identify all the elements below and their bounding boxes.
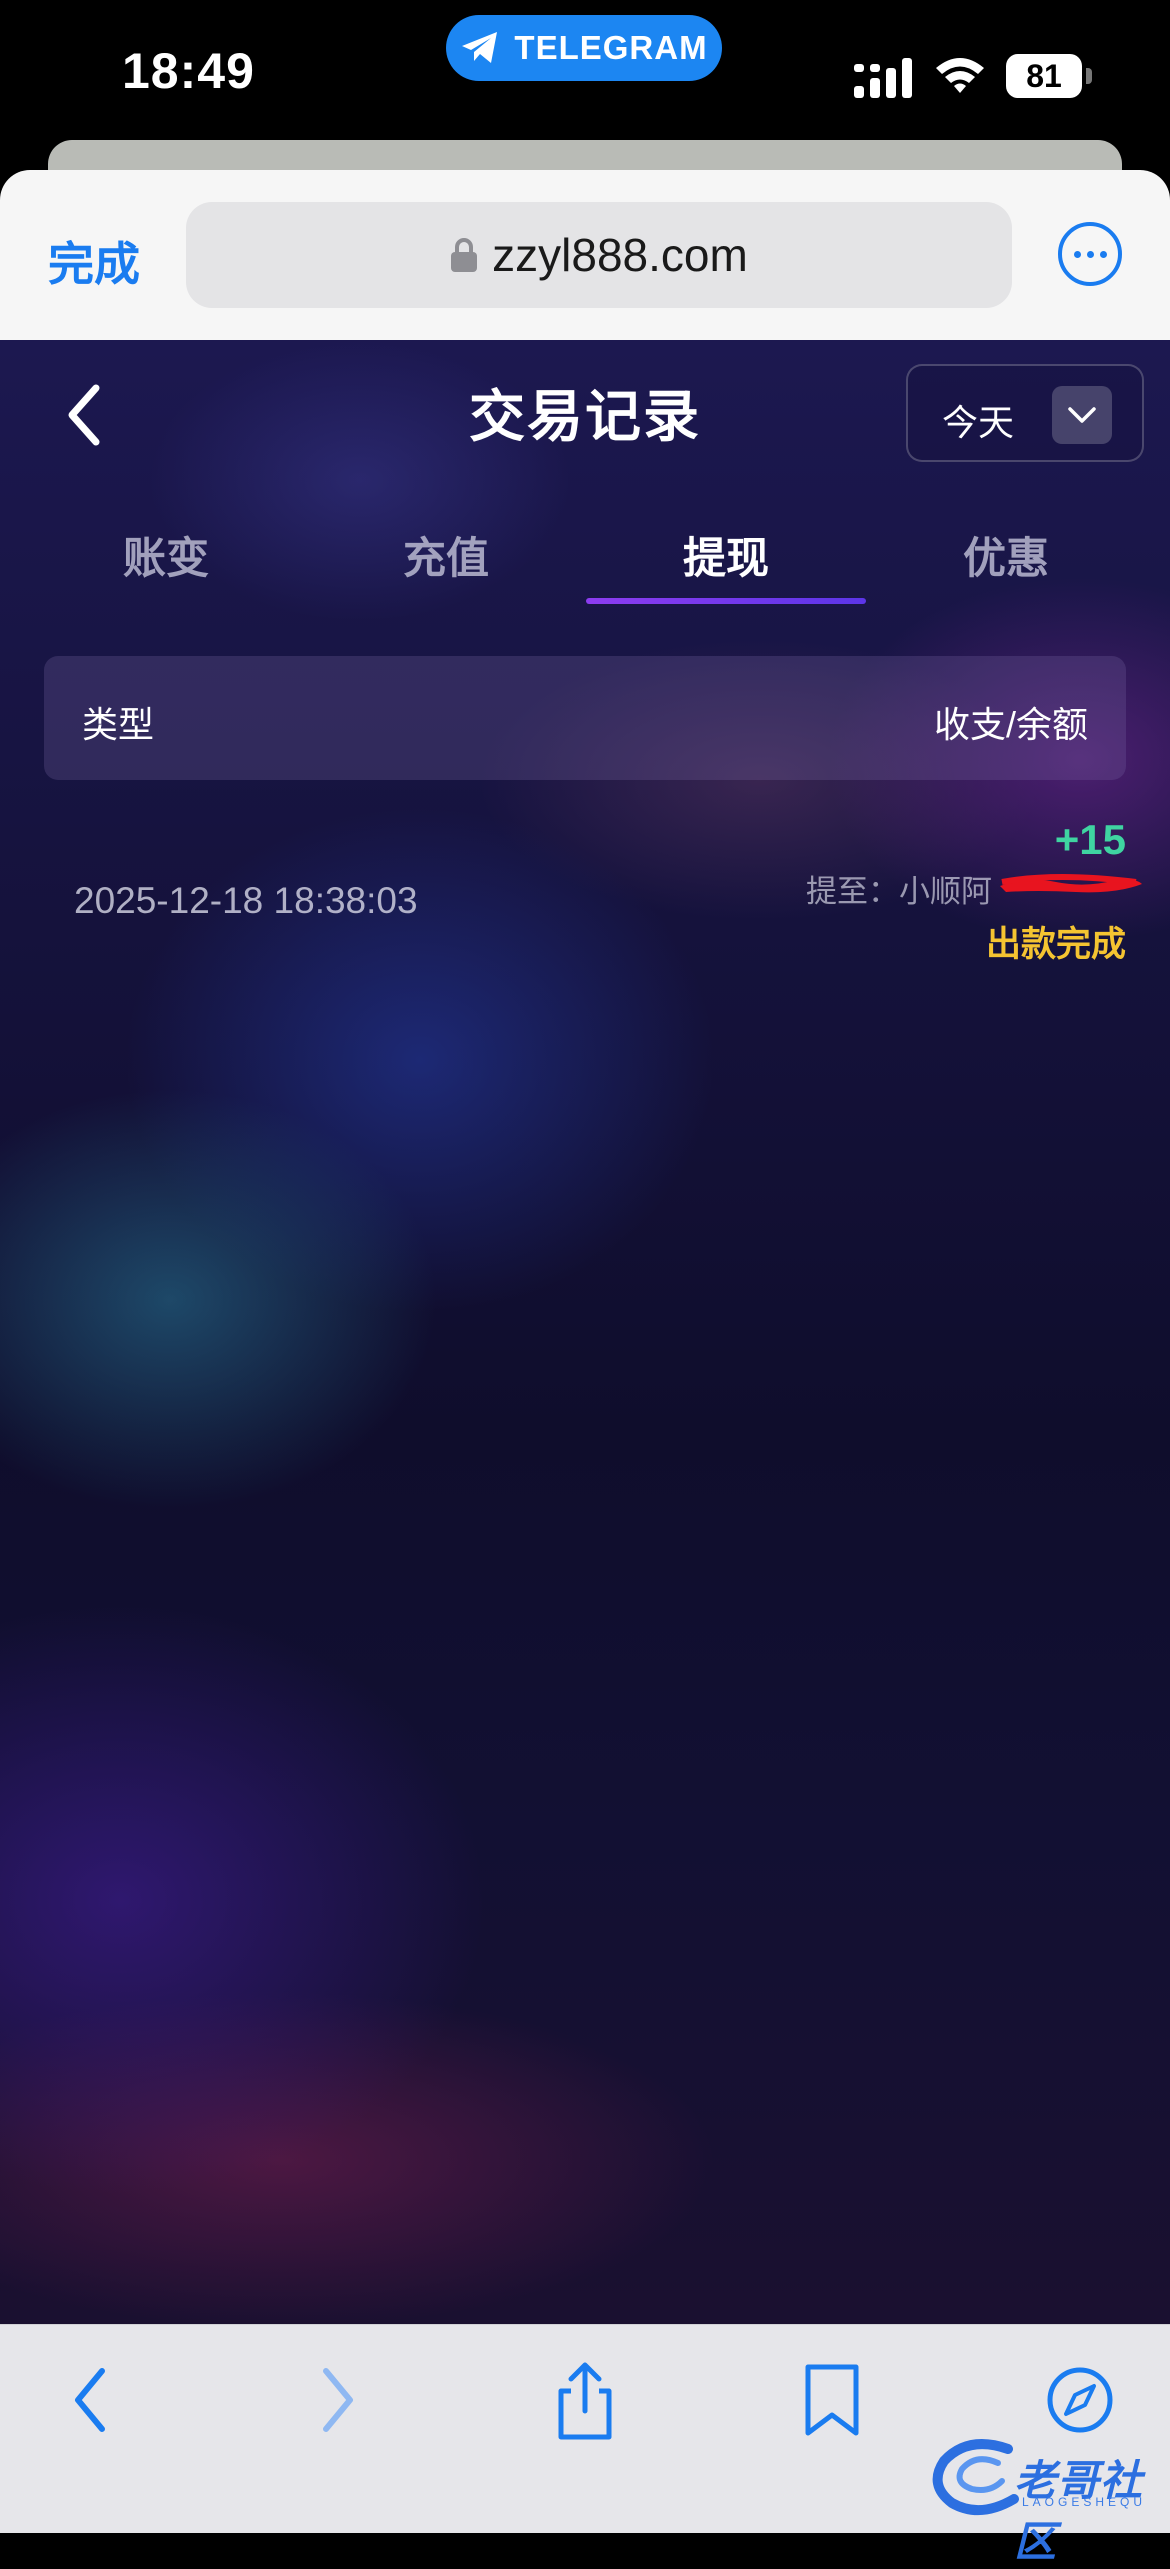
- tab-promotions[interactable]: 优惠: [866, 510, 1146, 610]
- lock-icon: [451, 238, 478, 272]
- status-time: 18:49: [122, 43, 255, 99]
- tab-active-indicator: [586, 598, 866, 604]
- back-button[interactable]: [60, 380, 110, 450]
- compass-icon[interactable]: [1040, 2357, 1120, 2443]
- column-header-type: 类型: [82, 704, 155, 745]
- browser-toolbar: 老哥社区 LAOGESHEQU: [0, 2324, 1170, 2565]
- table-header: 类型 收支/余额: [44, 656, 1126, 780]
- signal-icon: [854, 58, 912, 98]
- more-icon-dot: [1086, 250, 1094, 258]
- record-amount: +15: [1054, 816, 1126, 863]
- forward-arrow-icon[interactable]: [296, 2357, 376, 2443]
- url-text: zzyl888.com: [492, 229, 748, 281]
- dragon-logo-icon: [932, 2439, 1019, 2516]
- battery-level: 81: [1006, 54, 1082, 98]
- tab-withdraw[interactable]: 提现: [586, 510, 866, 610]
- page-title: 交易记录: [469, 385, 701, 448]
- tab-account-changes[interactable]: 账变: [26, 510, 306, 610]
- tab-label: 账变: [123, 535, 209, 583]
- back-arrow-icon[interactable]: [52, 2357, 132, 2443]
- more-button[interactable]: [1058, 222, 1122, 286]
- column-header-amount: 收支/余额: [933, 704, 1088, 745]
- watermark-logo: 老哥社区 LAOGESHEQU: [928, 2433, 1160, 2565]
- more-icon: [1073, 250, 1081, 258]
- browser-header: 完成 zzyl888.com: [0, 170, 1170, 340]
- tab-label: 充值: [403, 535, 489, 583]
- table-row[interactable]: 2025-12-18 18:38:03 +15 提至：小顺阿 出款完成: [44, 810, 1142, 970]
- record-destination: 提至：小顺阿: [806, 874, 992, 909]
- wifi-icon: [936, 58, 984, 93]
- battery-icon: 81: [1006, 54, 1092, 98]
- tab-label: 优惠: [963, 535, 1049, 583]
- telegram-return-pill[interactable]: TELEGRAM: [446, 15, 722, 81]
- tab-deposit[interactable]: 充值: [306, 510, 586, 610]
- done-button[interactable]: 完成: [48, 228, 140, 294]
- status-bar: 18:49 TELEGRAM 81: [0, 0, 1170, 150]
- watermark-subtext: LAOGESHEQU: [1022, 2495, 1147, 2509]
- share-icon[interactable]: [545, 2357, 625, 2443]
- tab-label: 提现: [683, 535, 769, 583]
- record-time: 2025-12-18 18:38:03: [74, 880, 418, 921]
- date-filter-value: 今天: [942, 402, 1015, 443]
- back-chevron-icon: [68, 384, 100, 446]
- telegram-label: TELEGRAM: [514, 29, 708, 66]
- chevron-down-icon: [1052, 386, 1112, 444]
- bookmarks-icon[interactable]: [792, 2357, 872, 2443]
- record-status: 出款完成: [985, 925, 1126, 964]
- date-filter-dropdown[interactable]: 今天: [906, 364, 1144, 462]
- record-tabs: 账变 充值 提现 优惠: [26, 510, 1146, 610]
- telegram-icon: [462, 32, 498, 63]
- more-icon-dot: [1099, 250, 1107, 258]
- page-content: 交易记录 今天 账变 充值 提现 优惠 类型 收支/余额 2025-12-18 …: [0, 340, 1170, 2324]
- battery-tip: [1086, 68, 1092, 84]
- url-field[interactable]: zzyl888.com: [186, 202, 1012, 308]
- redaction-scribble: [1000, 874, 1142, 893]
